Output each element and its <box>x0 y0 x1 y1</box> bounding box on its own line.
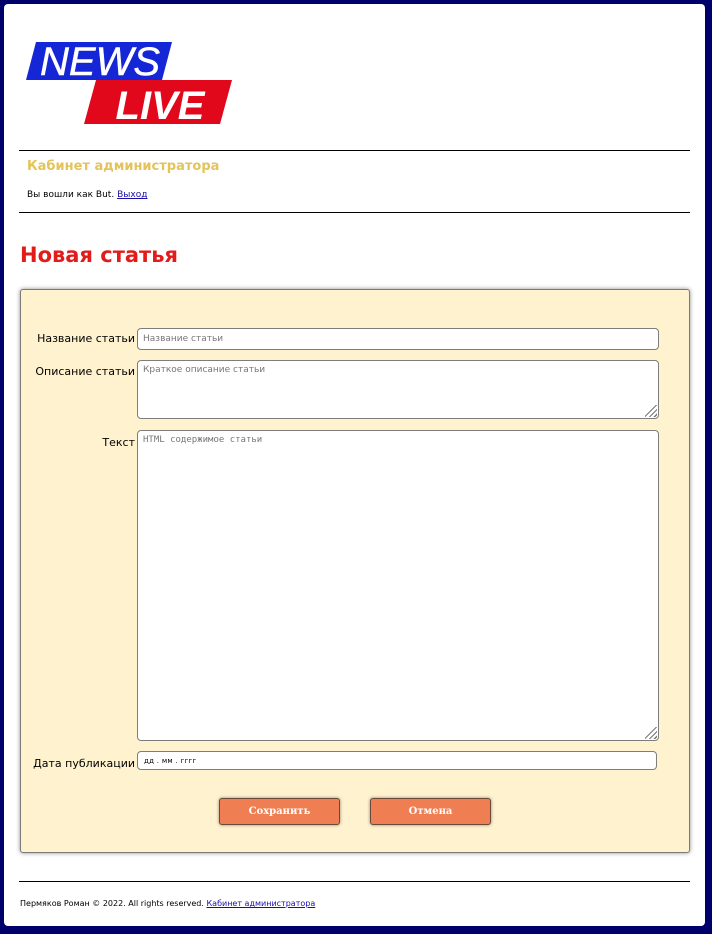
page-title: Новая статья <box>20 243 178 267</box>
logo-news-text: NEWS <box>40 40 160 84</box>
title-label: Название статьи <box>37 332 135 345</box>
content-textarea[interactable] <box>137 430 659 741</box>
date-input[interactable]: дд . мм . гггг <box>137 751 657 770</box>
save-button[interactable]: Сохранить <box>219 798 340 825</box>
news-live-logo: NEWS LIVE <box>26 40 232 126</box>
description-wrapper <box>137 360 659 419</box>
footer-admin-link[interactable]: Кабинет администратора <box>206 899 315 908</box>
copyright-text: Пермяков Роман © 2022. All rights reserv… <box>20 899 204 908</box>
admin-cabinet-title: Кабинет администратора <box>27 159 220 174</box>
username: But <box>95 190 112 200</box>
cancel-button[interactable]: Отмена <box>370 798 491 825</box>
text-wrapper <box>137 430 659 741</box>
resize-grip-icon[interactable] <box>645 727 657 739</box>
new-article-form: Название статьи Описание статьи Текст Да… <box>20 289 690 853</box>
header-divider-top <box>19 150 690 151</box>
login-prefix: Вы вошли как <box>27 190 94 200</box>
date-placeholder: дд . мм . гггг <box>144 757 197 765</box>
page-container: NEWS LIVE Кабинет администратора Вы вошл… <box>4 4 705 926</box>
login-status: Вы вошли как But. Выход <box>27 190 147 200</box>
description-label: Описание статьи <box>35 365 135 378</box>
date-label: Дата публикации <box>33 757 135 770</box>
text-label: Текст <box>102 436 135 449</box>
login-suffix: . <box>111 190 115 200</box>
description-textarea[interactable] <box>137 360 659 419</box>
title-input[interactable] <box>137 328 659 350</box>
header-divider-bottom <box>19 212 690 213</box>
footer: Пермяков Роман © 2022. All rights reserv… <box>20 899 315 908</box>
footer-divider <box>19 881 690 882</box>
resize-grip-icon[interactable] <box>645 405 657 417</box>
logout-link[interactable]: Выход <box>117 190 147 200</box>
logo-live-text: LIVE <box>116 84 206 126</box>
